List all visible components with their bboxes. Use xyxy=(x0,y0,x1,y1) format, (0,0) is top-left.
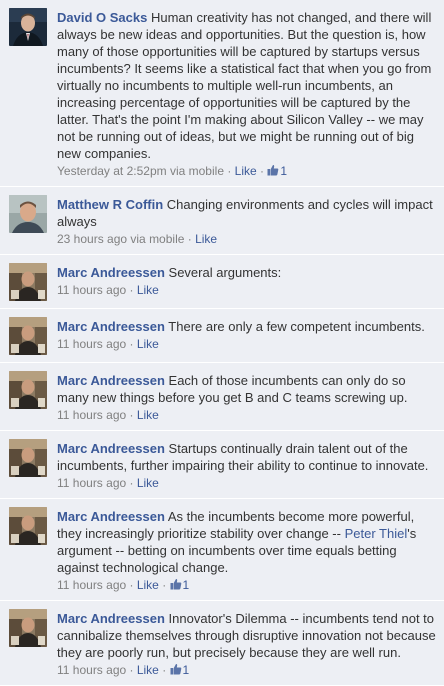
thumbs-up-icon xyxy=(267,164,279,176)
comment-meta: 11 hours ago · Like xyxy=(57,407,436,423)
thumbs-up-icon xyxy=(170,663,181,675)
comment: Marc Andreessen Each of those incumbents… xyxy=(0,363,444,431)
comment-meta: 11 hours ago · Like xyxy=(57,282,436,298)
avatar[interactable] xyxy=(9,263,47,301)
meta-separator: · xyxy=(256,164,268,178)
avatar[interactable] xyxy=(9,317,47,355)
comment-timestamp: 11 hours ago xyxy=(57,283,127,297)
comment-thread: David O Sacks Human creativity has not c… xyxy=(0,0,444,686)
like-link[interactable]: Like xyxy=(235,164,257,178)
avatar-marc-image xyxy=(9,263,47,301)
comment: Marc Andreessen There are only a few com… xyxy=(0,309,444,363)
avatar[interactable] xyxy=(9,8,47,46)
comment: David O Sacks Human creativity has not c… xyxy=(0,0,444,187)
comment-author[interactable]: Marc Andreessen xyxy=(57,509,165,524)
like-link[interactable]: Like xyxy=(137,578,159,592)
meta-separator: · xyxy=(184,232,196,246)
like-count-link[interactable]: 1 xyxy=(170,663,190,677)
meta-separator: · xyxy=(126,337,137,351)
meta-separator: · xyxy=(158,578,170,592)
avatar[interactable] xyxy=(9,507,47,545)
like-link[interactable]: Like xyxy=(137,408,159,422)
comment-author[interactable]: Marc Andreessen xyxy=(57,373,165,388)
like-link[interactable]: Like xyxy=(195,232,217,246)
comment-timestamp: Yesterday at 2:52pm via mobile xyxy=(57,164,224,178)
meta-separator: · xyxy=(126,283,137,297)
avatar-matthew-image xyxy=(9,195,47,233)
avatar[interactable] xyxy=(9,371,47,409)
like-count-link[interactable]: 1 xyxy=(267,164,287,178)
comment-timestamp: 23 hours ago via mobile xyxy=(57,232,185,246)
thumbs-up-icon xyxy=(170,578,181,590)
comment-author[interactable]: Marc Andreessen xyxy=(57,611,165,626)
comment-author[interactable]: Marc Andreessen xyxy=(57,265,165,280)
like-count: 1 xyxy=(280,164,288,178)
like-link[interactable]: Like xyxy=(137,476,159,490)
comment-meta: 11 hours ago · Like · 1 xyxy=(57,577,436,593)
avatar-marc-image xyxy=(9,507,47,545)
comment: Marc Andreessen Startups continually dra… xyxy=(0,431,444,499)
comment-meta: 11 hours ago · Like · 1 xyxy=(57,662,436,678)
avatar-david-image xyxy=(9,8,47,46)
comment-author[interactable]: David O Sacks xyxy=(57,10,147,25)
avatar-marc-image xyxy=(9,317,47,355)
like-link[interactable]: Like xyxy=(137,283,159,297)
comment-meta: 11 hours ago · Like xyxy=(57,336,436,352)
meta-separator: · xyxy=(126,476,137,490)
comment: Matthew R Coffin Changing environments a… xyxy=(0,187,444,255)
like-count-link[interactable]: 1 xyxy=(170,578,190,592)
meta-separator: · xyxy=(126,578,137,592)
comment-author[interactable]: Marc Andreessen xyxy=(57,319,165,334)
mention-link[interactable]: Peter Thiel xyxy=(345,526,408,541)
comment-timestamp: 11 hours ago xyxy=(57,578,127,592)
comment-text: There are only a few competent incumbent… xyxy=(168,319,425,334)
like-count: 1 xyxy=(182,663,190,677)
comment-timestamp: 11 hours ago xyxy=(57,476,127,490)
comment: Marc Andreessen Several arguments: 11 ho… xyxy=(0,255,444,309)
comment-timestamp: 11 hours ago xyxy=(57,663,127,677)
comment: Marc Andreessen Innovator's Dilemma -- i… xyxy=(0,601,444,686)
comment: Marc Andreessen As the incumbents become… xyxy=(0,499,444,601)
comment-author[interactable]: Marc Andreessen xyxy=(57,441,165,456)
comment-timestamp: 11 hours ago xyxy=(57,337,127,351)
avatar[interactable] xyxy=(9,439,47,477)
avatar-marc-image xyxy=(9,609,47,647)
comment-meta: 11 hours ago · Like xyxy=(57,475,436,491)
comment-meta: 23 hours ago via mobile · Like xyxy=(57,231,436,247)
meta-separator: · xyxy=(126,408,137,422)
meta-separator: · xyxy=(224,164,235,178)
like-count: 1 xyxy=(182,578,190,592)
comment-meta: Yesterday at 2:52pm via mobile · Like · … xyxy=(57,163,436,179)
like-link[interactable]: Like xyxy=(137,337,159,351)
meta-separator: · xyxy=(158,663,170,677)
meta-separator: · xyxy=(126,663,137,677)
like-link[interactable]: Like xyxy=(137,663,159,677)
comment-text: Human creativity has not changed, and th… xyxy=(57,10,432,161)
avatar[interactable] xyxy=(9,609,47,647)
comment-text: Several arguments: xyxy=(168,265,282,280)
avatar-marc-image xyxy=(9,371,47,409)
comment-author[interactable]: Matthew R Coffin xyxy=(57,197,163,212)
avatar[interactable] xyxy=(9,195,47,233)
comment-timestamp: 11 hours ago xyxy=(57,408,127,422)
avatar-marc-image xyxy=(9,439,47,477)
